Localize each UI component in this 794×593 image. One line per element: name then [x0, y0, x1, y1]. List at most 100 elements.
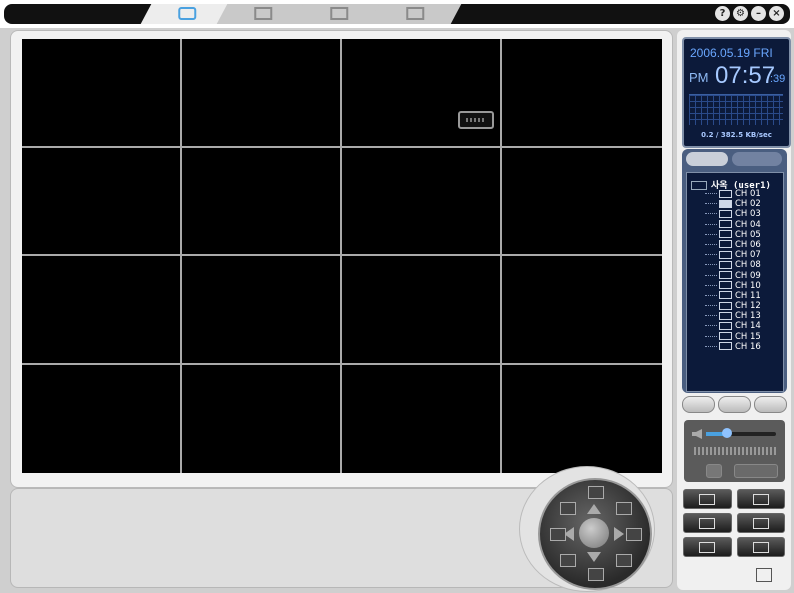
- channel-label: CH 06: [735, 239, 761, 250]
- function-buttons: [683, 489, 785, 557]
- audio-switch-button[interactable]: [734, 464, 778, 478]
- tree-connector: [705, 223, 717, 225]
- layout-4-icon[interactable]: [560, 502, 576, 515]
- channel-label: CH 02: [735, 199, 761, 210]
- channel-item[interactable]: CH 09: [705, 271, 761, 281]
- split-screen-button[interactable]: [736, 489, 785, 509]
- snapshot-button[interactable]: [736, 513, 785, 533]
- ptz-right-arrow-icon[interactable]: [614, 527, 624, 541]
- layout-10-icon[interactable]: [560, 554, 576, 567]
- video-cell-2[interactable]: [182, 39, 342, 148]
- video-cell-15[interactable]: [342, 364, 502, 473]
- close-button[interactable]: ×: [769, 6, 784, 21]
- speaker-icon: [692, 429, 702, 439]
- mute-button[interactable]: [706, 464, 722, 478]
- channel-item[interactable]: CH 11: [705, 291, 761, 301]
- clock-panel: 2006.05.19 FRI PM 07:57 :39 0.2 / 382.5 …: [682, 37, 791, 148]
- save-button[interactable]: [736, 537, 785, 557]
- video-cell-3[interactable]: [342, 39, 502, 148]
- sequence-prev-button[interactable]: [682, 396, 715, 413]
- video-cell-5[interactable]: [22, 147, 182, 256]
- channel-label: CH 04: [735, 219, 761, 230]
- channel-item[interactable]: CH 05: [705, 230, 761, 240]
- layout-8-icon[interactable]: [550, 528, 566, 541]
- search-icon: [330, 7, 349, 20]
- event-log-button[interactable]: [683, 489, 732, 509]
- channel-item[interactable]: CH 01: [705, 189, 761, 199]
- palette-button[interactable]: [683, 537, 732, 557]
- tree-connector: [705, 254, 717, 256]
- tree-tabs: [686, 152, 783, 168]
- channel-item[interactable]: CH 15: [705, 332, 761, 342]
- channel-item[interactable]: CH 14: [705, 321, 761, 331]
- channel-label: CH 01: [735, 189, 761, 199]
- channel-label: CH 13: [735, 311, 761, 322]
- tree-connector: [705, 315, 717, 317]
- video-cell-10[interactable]: [182, 256, 342, 365]
- setup-icon: [406, 7, 425, 20]
- channel-item[interactable]: CH 10: [705, 281, 761, 291]
- sequence-next-button[interactable]: [718, 396, 751, 413]
- camera-icon: [719, 250, 732, 259]
- tab-dvr-list[interactable]: [686, 152, 728, 166]
- ptz-up-arrow-icon[interactable]: [587, 504, 601, 514]
- minimize-button[interactable]: –: [751, 6, 766, 21]
- ptz-control[interactable]: [538, 478, 652, 590]
- camera-icon: [719, 321, 732, 330]
- print-button[interactable]: [683, 513, 732, 533]
- channel-item[interactable]: CH 08: [705, 260, 761, 270]
- layout-1-icon[interactable]: [588, 486, 604, 499]
- dvr-client-window: ? ⚙ – × 2006.05.19 FRI PM 07:57:39 0.2 …: [0, 0, 794, 593]
- tree-connector: [705, 345, 717, 347]
- tree-connector: [705, 274, 717, 276]
- channel-list: CH 01 CH 02 CH 03 CH 04 CH 05 CH 06 CH 07 CH 08…: [705, 189, 761, 352]
- layout-13-icon[interactable]: [616, 554, 632, 567]
- channel-label: CH 03: [735, 209, 761, 220]
- video-cell-12[interactable]: [502, 256, 662, 365]
- camera-icon: [719, 301, 732, 310]
- video-cell-13[interactable]: [22, 364, 182, 473]
- video-cell-4[interactable]: [502, 39, 662, 148]
- ptz-center-button[interactable]: [579, 518, 609, 548]
- channel-item[interactable]: CH 02: [705, 199, 761, 209]
- channel-item[interactable]: CH 03: [705, 209, 761, 219]
- settings-button[interactable]: ⚙: [733, 6, 748, 21]
- channel-item[interactable]: CH 04: [705, 220, 761, 230]
- sequence-auto-button[interactable]: [754, 396, 787, 413]
- camera-icon: [719, 209, 732, 218]
- layout-9-icon[interactable]: [626, 528, 642, 541]
- tab-camera-list[interactable]: [732, 152, 782, 166]
- video-cell-7[interactable]: [342, 147, 502, 256]
- tree-connector: [705, 294, 717, 296]
- live-view-icon: [178, 7, 197, 20]
- camera-icon: [719, 342, 732, 351]
- channel-item[interactable]: CH 16: [705, 342, 761, 352]
- channel-item[interactable]: CH 13: [705, 311, 761, 321]
- video-cell-16[interactable]: [502, 365, 662, 474]
- video-cell-1[interactable]: [22, 39, 182, 148]
- channel-item[interactable]: CH 12: [705, 301, 761, 311]
- video-cell-6[interactable]: [182, 147, 342, 256]
- audio-level-meter: [694, 447, 776, 455]
- resize-grip-icon[interactable]: [756, 568, 772, 582]
- camera-icon: [719, 311, 732, 320]
- video-cell-11[interactable]: [342, 256, 502, 365]
- channel-label: CH 12: [735, 301, 761, 312]
- channel-item[interactable]: CH 06: [705, 240, 761, 250]
- sequence-buttons: [682, 396, 787, 414]
- channel-item[interactable]: CH 07: [705, 250, 761, 260]
- seconds-display: :39: [770, 73, 786, 85]
- layout-16-icon[interactable]: [588, 568, 604, 581]
- video-cell-14[interactable]: [182, 364, 342, 473]
- video-cell-9[interactable]: [22, 256, 182, 365]
- help-button[interactable]: ?: [715, 6, 730, 21]
- channel-label: CH 16: [735, 341, 761, 352]
- layout-6-icon[interactable]: [616, 502, 632, 515]
- tab-setup[interactable]: [368, 4, 462, 24]
- tree-connector: [705, 325, 717, 327]
- camera-icon: [719, 240, 732, 249]
- window-controls: ? ⚙ – ×: [715, 6, 784, 21]
- volume-knob[interactable]: [722, 428, 732, 438]
- video-cell-8[interactable]: [502, 148, 662, 256]
- ptz-down-arrow-icon[interactable]: [587, 552, 601, 562]
